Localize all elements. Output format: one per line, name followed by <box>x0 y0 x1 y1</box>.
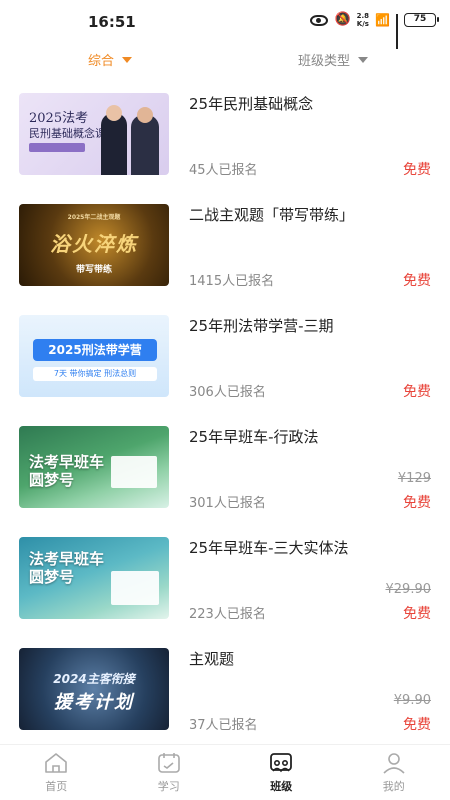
course-item[interactable]: 2024主客衔接 援考计划 主观题 ¥9.90 37人已报名 免费 <box>0 637 450 737</box>
course-title: 25年民刑基础概念 <box>189 95 314 113</box>
tab-home-label: 首页 <box>45 780 68 793</box>
course-enrolled-count: 306人已报名 <box>189 385 266 400</box>
bell-mute-icon: 🔕 <box>334 12 351 27</box>
tab-class-label: 班级 <box>270 780 293 793</box>
course-price: 免费 <box>403 162 431 178</box>
status-time: 16:51 <box>88 13 136 31</box>
tab-profile-label: 我的 <box>382 780 405 793</box>
profile-icon <box>383 753 405 774</box>
course-item[interactable]: 法考早班车 圆梦号 25年早班车-行政法 ¥129 301人已报名 免费 <box>0 415 450 515</box>
course-enrolled-count: 1415人已报名 <box>189 274 275 289</box>
course-enrolled-count: 301人已报名 <box>189 496 266 511</box>
course-thumbnail: 2025刑法带学营 7天 带你搞定 刑法总则 <box>19 315 169 397</box>
course-title: 主观题 <box>189 650 235 668</box>
course-thumbnail: 2025法考 民刑基础概念课 <box>19 93 169 175</box>
filter-class-type-dropdown[interactable]: 班级类型 <box>298 50 369 69</box>
caret-down-icon <box>358 56 369 63</box>
bottom-tab-bar: 首页 学习 班级 我的 <box>0 744 450 800</box>
course-price: 免费 <box>403 495 431 511</box>
course-original-price: ¥9.90 <box>393 693 431 708</box>
course-title: 25年早班车-行政法 <box>189 428 319 446</box>
course-title: 25年刑法带学营-三期 <box>189 317 334 335</box>
course-original-price: ¥129 <box>397 471 431 486</box>
caret-down-icon <box>122 56 133 63</box>
course-price: 免费 <box>403 717 431 733</box>
course-title: 25年早班车-三大实体法 <box>189 539 349 557</box>
class-icon <box>270 753 293 773</box>
tab-profile[interactable]: 我的 <box>338 745 450 800</box>
battery-icon: 75 <box>404 13 439 27</box>
course-enrolled-count: 223人已报名 <box>189 607 266 622</box>
course-enrolled-count: 37人已报名 <box>189 718 258 733</box>
course-thumbnail: 2024主客衔接 援考计划 <box>19 648 169 730</box>
course-thumbnail: 法考早班车 圆梦号 <box>19 426 169 508</box>
filter-bar: 综合 班级类型 <box>0 44 450 76</box>
status-bar: 16:51 🔕 2.8 K/s 📶 75 <box>0 0 450 49</box>
course-thumbnail: 2025年二战主观题 浴火淬炼 带写带练 <box>19 204 169 286</box>
filter-sort-label: 综合 <box>88 54 115 69</box>
wifi-icon: 📶 <box>375 13 390 27</box>
course-item[interactable]: 法考早班车 圆梦号 25年早班车-三大实体法 ¥29.90 223人已报名 免费 <box>0 526 450 626</box>
course-thumbnail: 法考早班车 圆梦号 <box>19 537 169 619</box>
network-speed: 2.8 K/s <box>356 12 370 28</box>
eye-icon <box>310 14 329 26</box>
tab-study-label: 学习 <box>157 780 180 793</box>
status-icons: 🔕 2.8 K/s 📶 75 <box>310 12 439 49</box>
course-title: 二战主观题「带写带练」 <box>189 206 355 224</box>
course-item[interactable]: 2025年二战主观题 浴火淬炼 带写带练 二战主观题「带写带练」 1415人已报… <box>0 193 450 293</box>
course-price: 免费 <box>403 273 431 289</box>
course-original-price: ¥29.90 <box>385 582 432 597</box>
filter-class-type-label: 班级类型 <box>298 54 351 69</box>
filter-sort-dropdown[interactable]: 综合 <box>88 50 133 69</box>
tab-home[interactable]: 首页 <box>0 745 113 800</box>
tab-class[interactable]: 班级 <box>225 745 338 800</box>
course-price: 免费 <box>403 384 431 400</box>
course-item[interactable]: 2025法考 民刑基础概念课 25年民刑基础概念 45人已报名 免费 <box>0 82 450 182</box>
home-icon <box>45 753 68 773</box>
calendar-icon <box>157 753 180 773</box>
course-enrolled-count: 45人已报名 <box>189 163 258 178</box>
signal-icon <box>396 14 398 49</box>
course-item[interactable]: 2025刑法带学营 7天 带你搞定 刑法总则 25年刑法带学营-三期 306人已… <box>0 304 450 404</box>
course-price: 免费 <box>403 606 431 622</box>
tab-study[interactable]: 学习 <box>113 745 226 800</box>
